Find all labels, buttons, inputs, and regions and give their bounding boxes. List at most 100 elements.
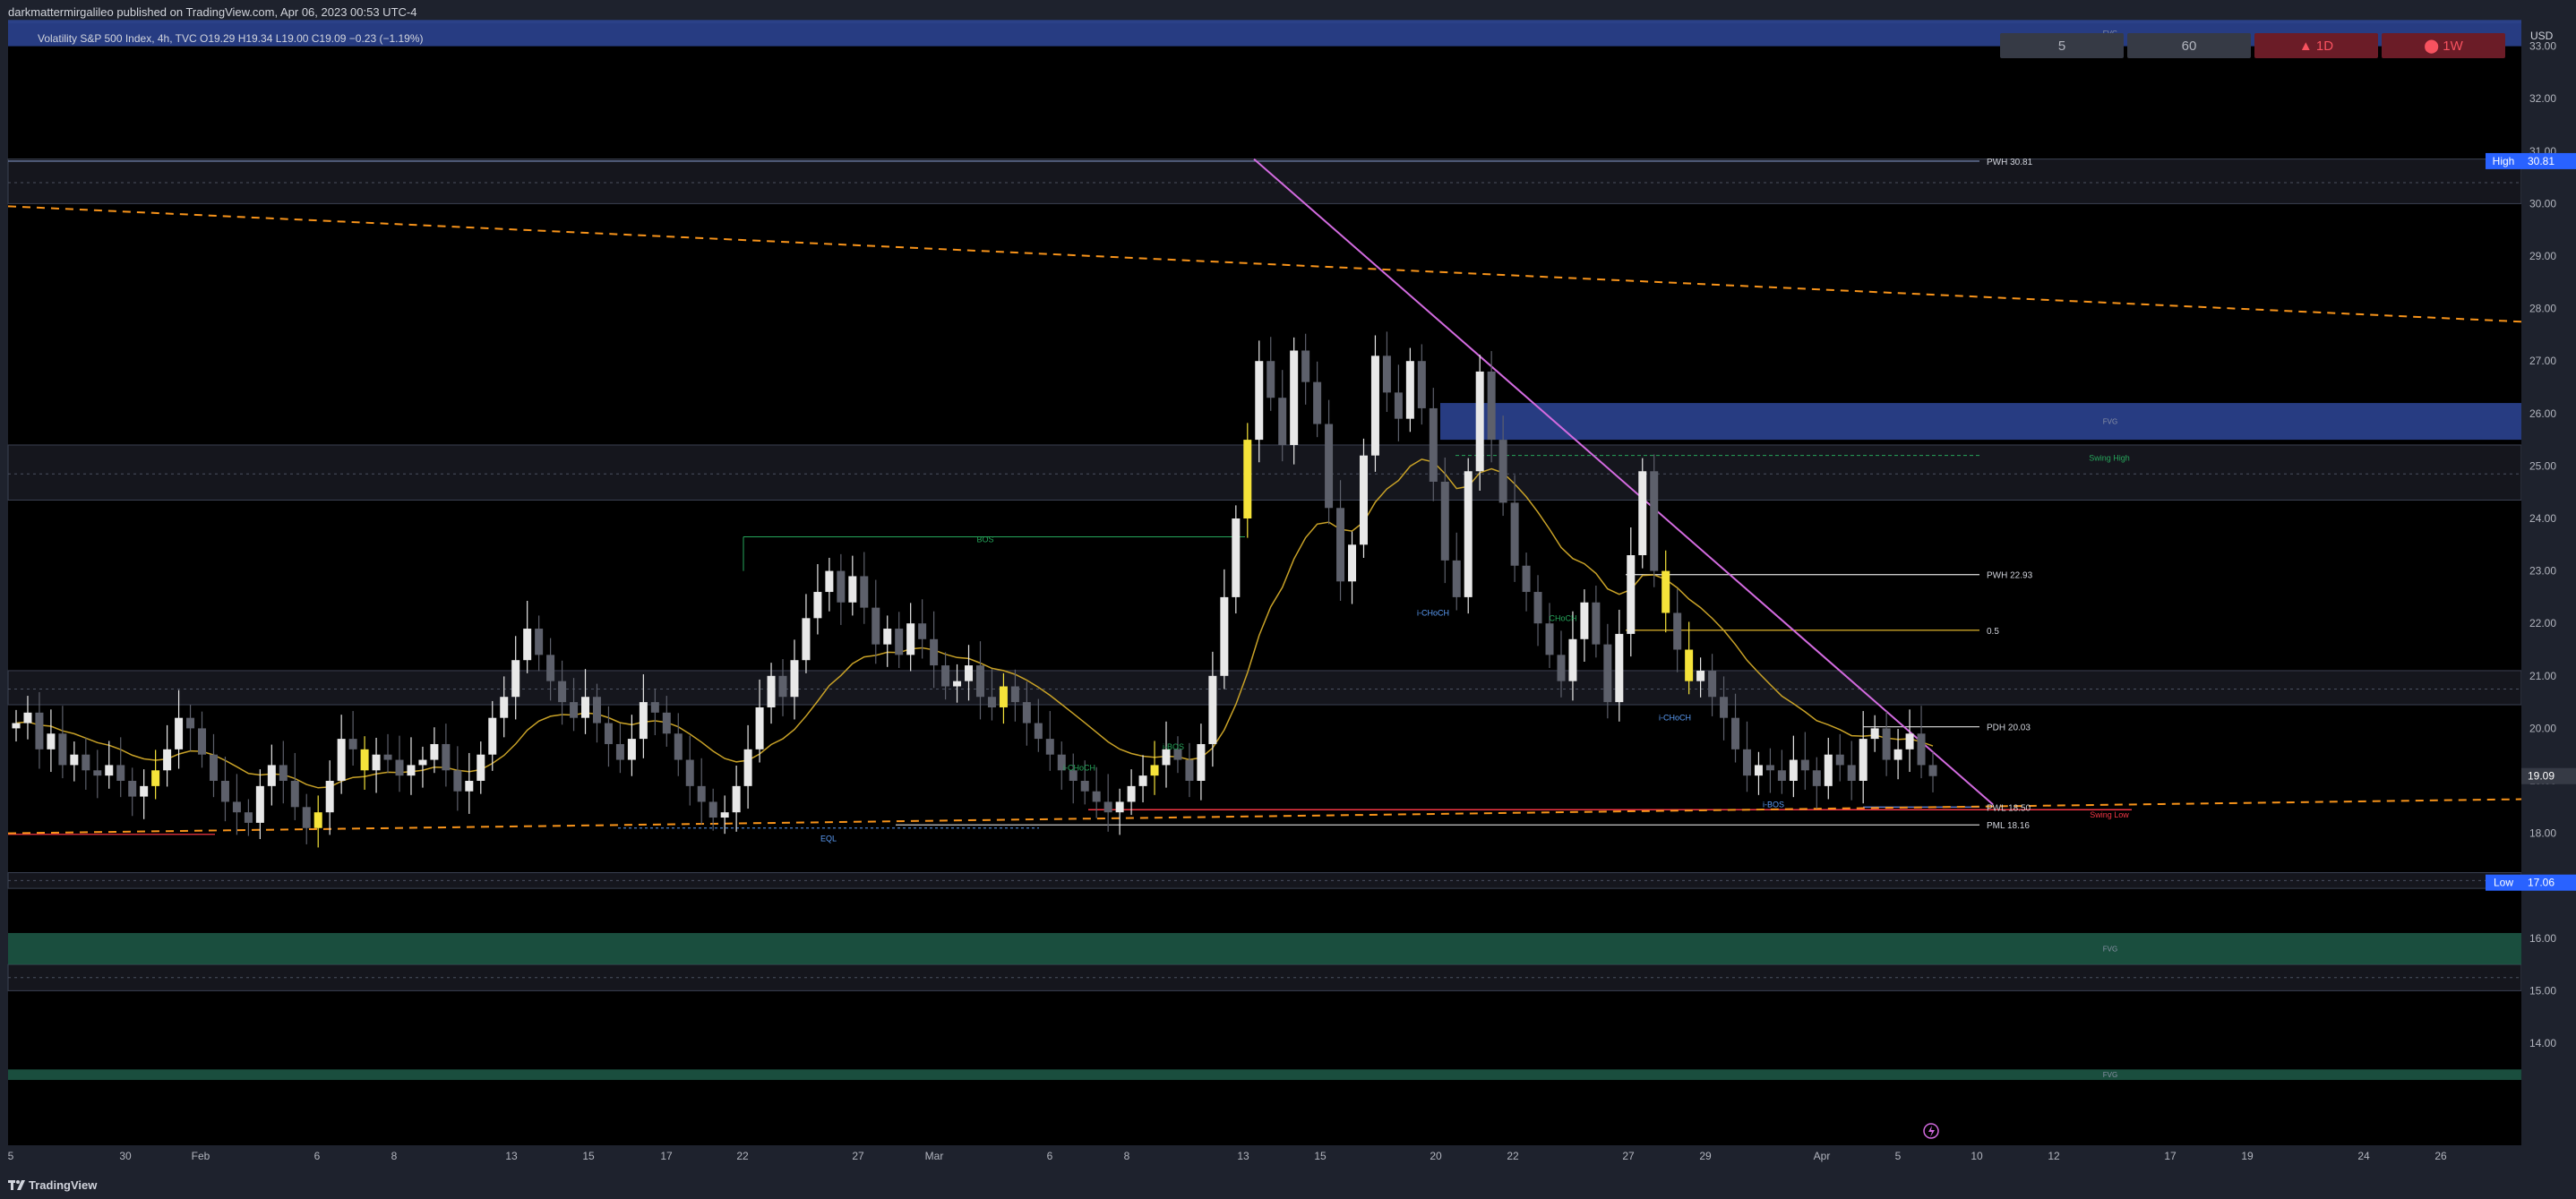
candle-body-114 — [1336, 508, 1345, 582]
candle-body-155 — [1812, 770, 1821, 786]
fvg-zone-3 — [8, 1069, 2521, 1081]
level-label-4: PWL 18.50 — [1987, 803, 2031, 813]
candle-body-162 — [1893, 749, 1902, 760]
candle-body-137 — [1603, 644, 1612, 703]
candle-body-120 — [1405, 361, 1414, 419]
candle-body-94 — [1103, 801, 1112, 813]
range-box-0 — [7, 158, 2522, 204]
candle-body-20 — [244, 812, 253, 823]
candle-body-16 — [198, 728, 207, 755]
candle-body-81 — [953, 681, 962, 687]
candle-body-118 — [1382, 355, 1391, 393]
candle-body-98 — [1150, 765, 1159, 776]
candle-body-93 — [1092, 791, 1101, 802]
candle-body-29 — [348, 739, 357, 749]
candle-body-149 — [1742, 749, 1751, 776]
level-label-2: 0.5 — [1987, 627, 1999, 637]
candle-body-164 — [1917, 733, 1926, 766]
candle-body-78 — [918, 623, 927, 639]
candlestick-chart[interactable]: FVGFVGFVGFVGPWH 30.81PWH 22.930.5PDH 20.… — [0, 0, 2576, 1199]
candle-body-87 — [1022, 702, 1031, 724]
candle-body-53 — [627, 739, 636, 760]
candle-body-30 — [360, 749, 369, 771]
candle-body-65 — [767, 675, 776, 707]
timeframe-1w-button[interactable]: ⬤ 1W — [2382, 33, 2505, 58]
structure-label-8: i-BOS — [1163, 742, 1184, 751]
timeframe-1d-button[interactable]: ▲ 1D — [2254, 33, 2378, 58]
candle-body-12 — [151, 770, 160, 786]
structure-label-7: CHoCH — [1549, 613, 1576, 622]
candle-body-130 — [1522, 565, 1531, 593]
candle-body-144 — [1685, 649, 1694, 681]
candle-body-41 — [488, 717, 497, 755]
candle-body-40 — [477, 754, 485, 781]
candle-body-151 — [1765, 765, 1774, 771]
candle-body-101 — [1185, 759, 1194, 781]
candle-body-5 — [70, 754, 79, 766]
candle-body-153 — [1789, 759, 1798, 781]
candle-body-102 — [1197, 743, 1206, 781]
upper-dashed-trendline — [7, 205, 2522, 323]
candle-body-22 — [267, 765, 276, 786]
candle-body-156 — [1824, 754, 1833, 786]
candle-body-124 — [1452, 560, 1461, 597]
candle-body-33 — [395, 759, 404, 776]
candle-body-35 — [418, 759, 427, 766]
candle-body-106 — [1243, 440, 1252, 518]
candle-body-69 — [813, 592, 822, 619]
fvg-label-1: FVG — [2103, 418, 2117, 426]
structure-label-5: i-CHoCH — [1659, 714, 1691, 723]
candle-body-96 — [1127, 785, 1136, 802]
candle-body-140 — [1638, 471, 1647, 556]
timeframe-5-button[interactable]: 5 — [2000, 33, 2124, 58]
candle-body-47 — [558, 681, 567, 703]
candle-body-56 — [662, 712, 671, 734]
candle-body-15 — [186, 717, 195, 729]
structure-label-4: i-CHoCH — [1417, 608, 1449, 617]
candle-body-62 — [732, 785, 741, 813]
candle-body-111 — [1301, 350, 1310, 382]
candle-body-13 — [163, 749, 172, 771]
structure-label-0: BOS — [976, 535, 993, 544]
candle-body-4 — [58, 733, 67, 766]
candle-body-160 — [1870, 728, 1879, 740]
fvg-zone-2 — [8, 932, 2521, 965]
candle-body-18 — [220, 781, 229, 802]
candle-body-55 — [650, 702, 659, 713]
candle-body-44 — [523, 629, 532, 661]
candle-body-59 — [697, 785, 706, 802]
candle-body-61 — [720, 812, 729, 818]
timeframe-60-button[interactable]: 60 — [2127, 33, 2251, 58]
time-axis[interactable] — [8, 1145, 2521, 1172]
candle-body-21 — [255, 785, 264, 823]
candle-body-128 — [1498, 440, 1507, 503]
candle-body-122 — [1429, 407, 1438, 482]
candle-body-17 — [209, 754, 218, 781]
candle-body-42 — [500, 697, 509, 718]
candle-body-115 — [1348, 544, 1357, 582]
candle-body-82 — [965, 665, 974, 681]
candle-body-146 — [1708, 670, 1717, 698]
candle-body-99 — [1162, 749, 1171, 766]
candle-body-165 — [1928, 765, 1937, 776]
candle-body-157 — [1835, 754, 1844, 766]
candle-body-66 — [778, 675, 787, 698]
candle-body-133 — [1557, 655, 1566, 681]
price-axis[interactable] — [2521, 23, 2576, 1145]
structure-label-2: Swing Low — [2090, 810, 2129, 819]
candle-body-23 — [279, 765, 288, 781]
candle-body-161 — [1882, 728, 1891, 760]
candle-body-50 — [592, 697, 601, 724]
candle-body-79 — [930, 638, 939, 666]
candle-body-142 — [1662, 570, 1670, 613]
lower-dashed-trendline — [7, 798, 2522, 835]
candle-body-39 — [465, 781, 474, 792]
candle-body-37 — [442, 743, 451, 771]
candle-body-6 — [82, 754, 90, 771]
footer: TradingView — [0, 1172, 2576, 1199]
structure-label-1: Swing High — [2089, 454, 2130, 463]
candle-body-49 — [581, 697, 590, 718]
candle-body-112 — [1313, 381, 1322, 424]
candle-body-32 — [383, 754, 392, 760]
candle-body-34 — [407, 765, 416, 776]
